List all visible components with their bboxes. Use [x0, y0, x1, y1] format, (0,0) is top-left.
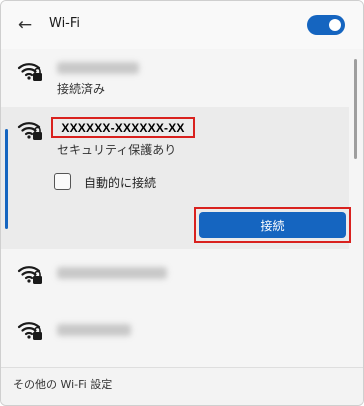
wifi-flyout: ← Wi-Fi 接続済み XXXXXX-XXXXXX-XX セキュリティ保護あり…	[0, 0, 364, 406]
page-title: Wi-Fi	[49, 16, 81, 31]
toggle-knob	[329, 19, 341, 31]
selection-accent	[5, 129, 8, 229]
network-item-connected[interactable]: 接続済み	[1, 49, 349, 107]
network-item[interactable]	[1, 253, 349, 309]
auto-connect-checkbox[interactable]	[54, 173, 71, 190]
network-name-redacted	[57, 267, 167, 279]
network-status: 接続済み	[57, 82, 106, 96]
wifi-toggle[interactable]	[307, 15, 345, 35]
wifi-secure-icon	[17, 322, 42, 340]
wifi-footer: その他の Wi-Fi 設定	[1, 367, 363, 405]
scrollbar[interactable]	[354, 59, 357, 159]
wifi-secure-icon	[17, 122, 42, 140]
network-security: セキュリティ保護あり	[57, 143, 177, 157]
auto-connect-label: 自動的に接続	[84, 176, 157, 190]
network-item[interactable]	[1, 309, 349, 365]
network-name-redacted	[57, 324, 131, 336]
network-name-redacted	[57, 62, 139, 74]
wifi-secure-icon	[17, 63, 42, 81]
wifi-secure-icon	[17, 266, 42, 284]
more-wifi-settings-link[interactable]: その他の Wi-Fi 設定	[13, 376, 112, 392]
connect-button[interactable]: 接続	[199, 212, 346, 238]
network-ssid: XXXXXX-XXXXXX-XX	[51, 117, 195, 138]
back-arrow-icon[interactable]: ←	[15, 15, 35, 35]
wifi-header: ← Wi-Fi	[1, 1, 363, 49]
